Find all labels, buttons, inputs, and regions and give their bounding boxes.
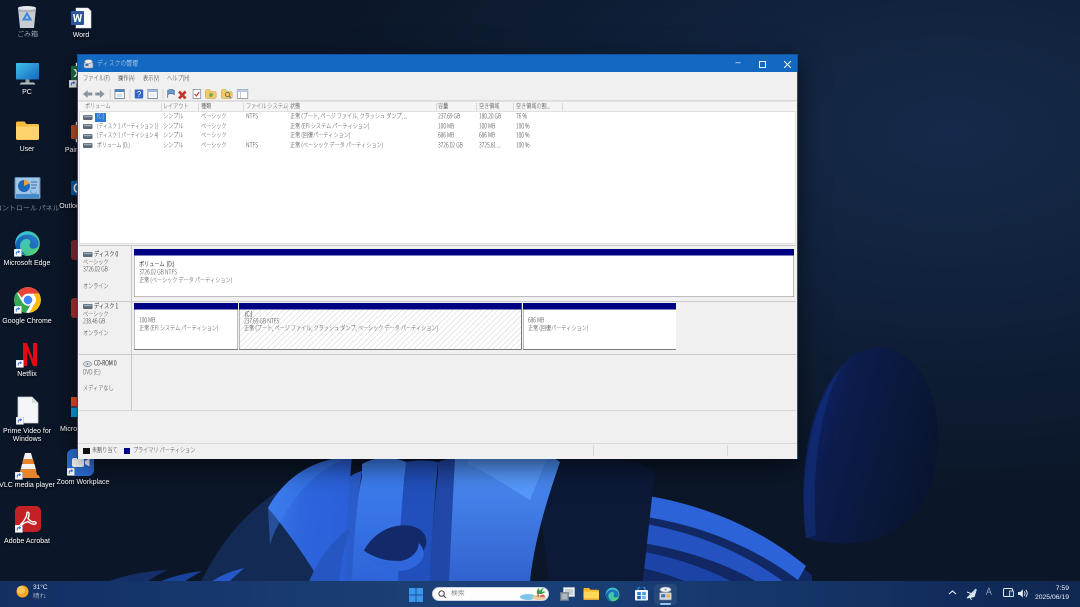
svg-text:?: ? [137, 90, 142, 99]
